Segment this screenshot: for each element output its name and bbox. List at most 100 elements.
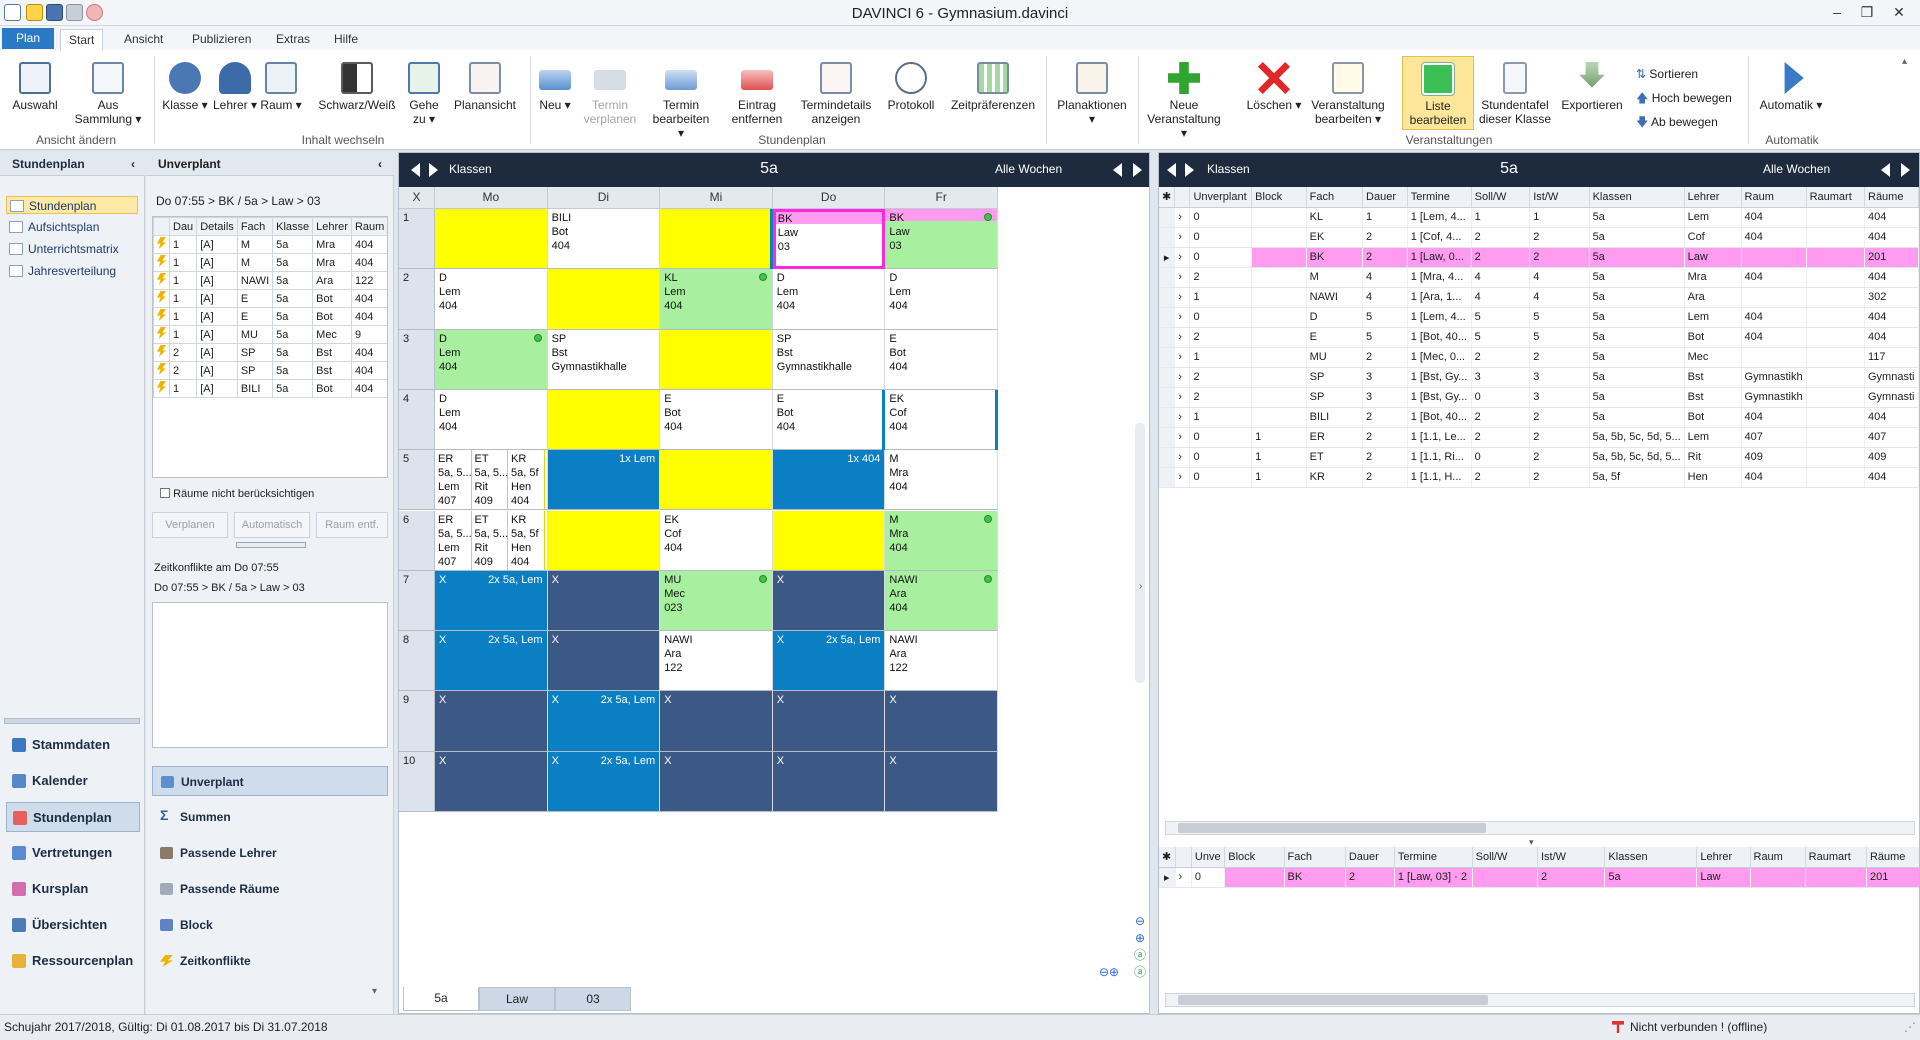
zoom-in-icon[interactable]: ⊕: [1133, 930, 1147, 947]
timetable-cell[interactable]: X: [547, 631, 661, 692]
expand-row-icon[interactable]: ›: [1174, 347, 1191, 368]
nav-item-unterrichtsmatrix[interactable]: Unterrichtsmatrix: [6, 240, 138, 258]
expand-row-icon[interactable]: ›: [1174, 407, 1191, 428]
unverplant-row[interactable]: 1 [A] M 5a Mra 404: [153, 253, 387, 272]
close-icon[interactable]: ✕: [1884, 2, 1914, 22]
sortieren-button[interactable]: ⇅ Sortieren: [1636, 62, 1732, 86]
tab-bottom-5a[interactable]: 5a: [403, 987, 479, 1011]
gehe-zu-button[interactable]: Gehe zu ▾: [402, 62, 446, 126]
list-col-header[interactable]: Klassen: [1589, 187, 1685, 208]
prev-class-icon[interactable]: [411, 163, 420, 177]
unverplant-row[interactable]: 2 [A] SP 5a Bst 404: [153, 361, 387, 380]
nav-item-aufsichtsplan[interactable]: Aufsichtsplan: [6, 218, 138, 236]
automatik-button[interactable]: Automatik ▾: [1756, 62, 1826, 112]
planansicht-button[interactable]: Planansicht: [450, 62, 520, 112]
list-col-header[interactable]: Block: [1251, 187, 1307, 208]
tab-bottom-03[interactable]: 03: [555, 987, 631, 1011]
next-class-icon[interactable]: [429, 163, 438, 177]
list-col-header[interactable]: Dauer: [1362, 187, 1408, 208]
protokoll-button[interactable]: Protokoll: [884, 62, 938, 112]
list-col-header[interactable]: Lehrer: [1696, 847, 1751, 868]
list-col-header[interactable]: Fach: [1306, 187, 1364, 208]
timetable-cell[interactable]: NAWI Ara 122: [885, 631, 998, 692]
loeschen-button[interactable]: Löschen ▾: [1244, 62, 1304, 112]
list-col-header[interactable]: Raumart: [1806, 187, 1866, 208]
ab-bewegen-button[interactable]: 🡇 Ab bewegen: [1636, 110, 1732, 134]
unverplant-col-header[interactable]: Lehrer: [312, 217, 352, 236]
timetable-cell[interactable]: [547, 510, 661, 571]
list-col-header[interactable]: Raum: [1741, 187, 1807, 208]
list-col-header[interactable]: Lehrer: [1684, 187, 1742, 208]
timetable-cell[interactable]: D Lem 404: [435, 389, 548, 451]
tab-hilfe[interactable]: Hilfe: [326, 29, 366, 50]
zoom-out-h-icon[interactable]: ⊖⊕: [1099, 965, 1119, 979]
timetable-cell[interactable]: EK Cof 404: [885, 389, 998, 451]
unverplant-row[interactable]: 1 [A] M 5a Mra 404: [153, 235, 387, 254]
timetable-cell[interactable]: X 2x 5a, Lem: [435, 631, 548, 692]
timetable-cell[interactable]: BK Law 03: [885, 209, 998, 270]
view-unverplant[interactable]: Unverplant: [152, 766, 388, 796]
liste-bearbeiten-button[interactable]: Liste bearbeiten: [1402, 56, 1474, 130]
timetable-cell[interactable]: SP Bst Gymnastikhalle: [772, 329, 886, 390]
ribbon-collapse-icon[interactable]: ▴: [1902, 56, 1907, 67]
minimize-icon[interactable]: –: [1822, 2, 1852, 22]
tab-publizieren[interactable]: Publizieren: [184, 29, 259, 50]
weeks-filter[interactable]: Alle Wochen: [995, 162, 1062, 176]
unverplant-col-header[interactable]: Dau: [168, 217, 198, 236]
list-prev-week-icon[interactable]: [1881, 163, 1890, 177]
expand-row-icon[interactable]: ›: [1174, 267, 1191, 288]
sub-lesson[interactable]: KR 5a, 5f Hen 404: [508, 450, 545, 510]
list-col-header[interactable]: Soll/W: [1471, 187, 1531, 208]
list-col-header[interactable]: Ist/W: [1537, 847, 1606, 868]
list-row[interactable]: › 0 1 KR 2 1 [1.1, H... 2 2 5a, 5f Hen 404 404: [1159, 467, 1919, 488]
timetable-cell[interactable]: [435, 209, 548, 270]
auswahl-button[interactable]: Auswahl: [6, 62, 64, 112]
list-row[interactable]: › 0 D 5 1 [Lem, 4... 5 5 5a Lem 404 404: [1159, 307, 1919, 328]
timetable-cell[interactable]: SP Bst Gymnastikhalle: [547, 329, 661, 390]
timetable-cell[interactable]: [660, 329, 773, 390]
neue-veranstaltung-button[interactable]: Neue Veranstaltung ▾: [1144, 62, 1224, 140]
module-kalender[interactable]: Kalender: [6, 766, 140, 796]
unverplant-row[interactable]: 1 [A] E 5a Bot 404: [153, 289, 387, 308]
stundentafel-button[interactable]: Stundentafel dieser Klasse: [1478, 62, 1552, 126]
tab-ansicht[interactable]: Ansicht: [116, 29, 171, 50]
detail-hscroll[interactable]: [1165, 993, 1915, 1007]
veranstaltung-bearbeiten-button[interactable]: Veranstaltung bearbeiten ▾: [1306, 62, 1390, 126]
timetable-cell[interactable]: BILI Bot 404: [547, 209, 661, 270]
timetable-cell[interactable]: [660, 450, 773, 511]
list-col-header[interactable]: Fach: [1284, 847, 1346, 868]
timetable-cell[interactable]: X 2x 5a, Lem: [772, 631, 886, 692]
eintrag-entfernen-button[interactable]: Eintrag entfernen: [728, 62, 786, 126]
lehrer-button[interactable]: Lehrer ▾: [212, 62, 258, 112]
list-row[interactable]: › 2 E 5 1 [Bot, 40... 5 5 5a Bot 404 404: [1159, 327, 1919, 348]
list-col-header[interactable]: Block: [1224, 847, 1285, 868]
timetable-cell[interactable]: M Mra 404: [885, 450, 998, 511]
list-col-header[interactable]: Dauer: [1345, 847, 1395, 868]
sub-lesson[interactable]: ET 5a, 5... Rit 409: [472, 510, 508, 570]
view-passende-lehrer[interactable]: Passende Lehrer: [152, 838, 388, 868]
timetable-cell[interactable]: X: [547, 570, 661, 632]
timetable-cell[interactable]: EK Cof 404: [660, 510, 773, 571]
tab-extras[interactable]: Extras: [268, 29, 318, 50]
list-row[interactable]: › 2 SP 3 1 [Bst, Gy... 3 3 5a Bst Gymnastikh Gymna…: [1159, 367, 1919, 388]
raum-button[interactable]: Raum ▾: [258, 62, 304, 112]
klassen-label[interactable]: Klassen: [449, 162, 492, 176]
list-hscroll-thumb[interactable]: [1178, 823, 1486, 833]
list-row[interactable]: › 2 M 4 1 [Mra, 4... 4 4 5a Mra 404 404: [1159, 267, 1919, 288]
resize-grip-icon[interactable]: ⋰: [1904, 1015, 1916, 1040]
list-row[interactable]: › 0 1 ET 2 1 [1.1, Ri... 0 2 5a, 5b, 5c, 5d, 5..…: [1159, 447, 1919, 468]
view-zeitkonflikte[interactable]: Zeitkonflikte: [152, 946, 388, 976]
view-passende-raeume[interactable]: Passende Räume: [152, 874, 388, 904]
list-col-header[interactable]: Raumart: [1805, 847, 1867, 868]
timetable-cell[interactable]: E Bot 404: [772, 389, 886, 451]
expand-row-icon[interactable]: ›: [1174, 367, 1191, 388]
timetable-cell[interactable]: 1x 404: [772, 450, 886, 511]
timetable-cell[interactable]: [772, 510, 886, 571]
unverplant-row[interactable]: 2 [A] SP 5a Bst 404: [153, 343, 387, 362]
timetable-vscroll[interactable]: [1135, 423, 1145, 683]
timetable-cell[interactable]: X 2x 5a, Lem: [547, 691, 661, 752]
timetable-cell[interactable]: D Lem 404: [772, 269, 886, 330]
list-hscroll[interactable]: [1165, 821, 1915, 835]
list-col-header[interactable]: Termine: [1407, 187, 1472, 208]
raeume-checkbox-row[interactable]: Räume nicht berücksichtigen: [160, 488, 314, 500]
